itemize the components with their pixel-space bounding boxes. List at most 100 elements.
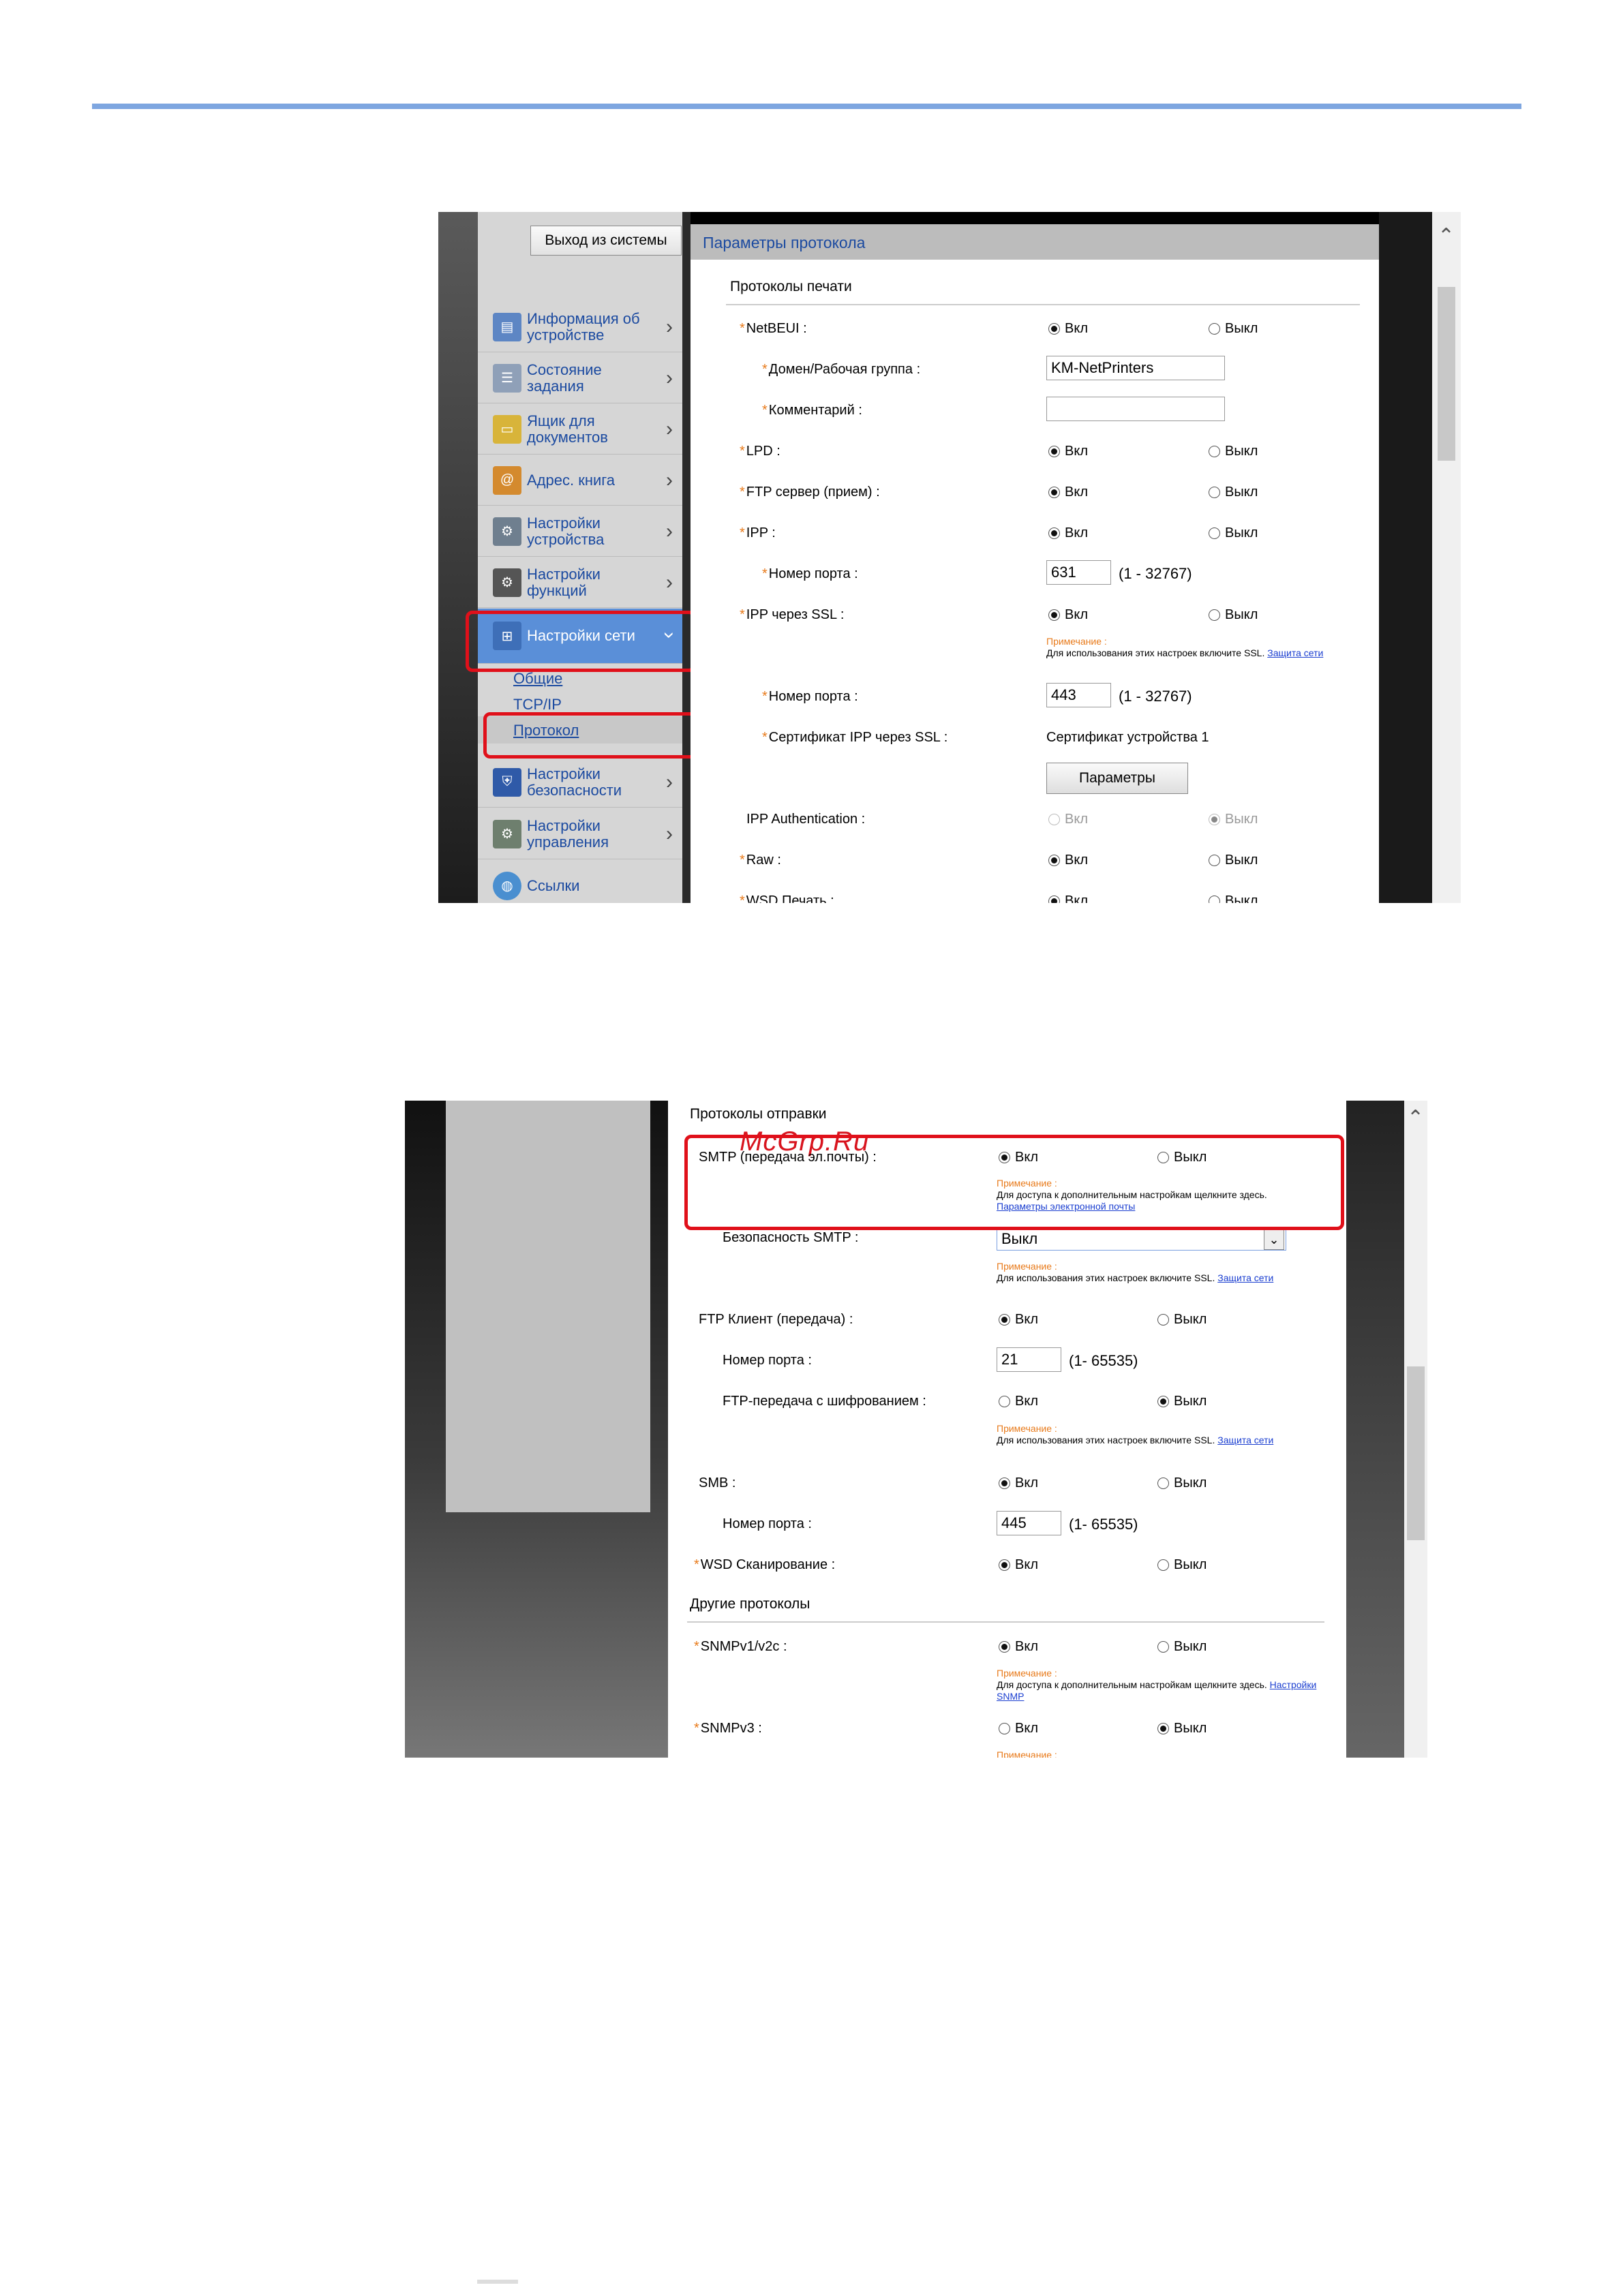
menu-function-settings[interactable]: ⚙ Настройки функций › [478, 557, 682, 608]
menu-device-settings[interactable]: ⚙ Настройки устройства › [478, 506, 682, 557]
menu-security-settings[interactable]: ⛨ Настройки безопасности › [478, 757, 682, 808]
ipp-ssl-off-radio[interactable]: Выкл [1209, 607, 1258, 623]
ftp-port-range: (1- 65535) [1069, 1352, 1138, 1369]
ipp-ssl-on-radio[interactable]: Вкл [1048, 607, 1088, 623]
snmpv1-on-radio[interactable]: Вкл [999, 1639, 1038, 1655]
domain-label: * Домен/Рабочая группа : [762, 362, 921, 377]
smtp-security-label: Безопасность SMTP : [723, 1230, 859, 1245]
section-send-protocols: Протоколы отправки [690, 1106, 827, 1122]
ipp-label: * IPP : [740, 525, 776, 540]
ftp-enc-off-radio[interactable]: Выкл [1157, 1394, 1207, 1409]
scroll-up-icon[interactable]: ⌃ [1438, 224, 1455, 248]
globe-icon: ◍ [493, 871, 521, 900]
snmpv3-label: * SNMPv3 : [694, 1721, 762, 1736]
smb-port-input[interactable]: 445 [997, 1511, 1061, 1535]
ftp-server-on-radio[interactable]: Вкл [1048, 485, 1088, 500]
raw-off-radio[interactable]: Выкл [1209, 853, 1258, 868]
netbeui-label: * NetBEUI : [740, 321, 807, 336]
snmpv3-off-radio[interactable]: Выкл [1157, 1721, 1207, 1736]
ipp-auth-off-radio[interactable]: Выкл [1209, 812, 1258, 827]
netbeui-on-radio[interactable]: Вкл [1048, 321, 1088, 337]
ftp-server-off-radio[interactable]: Выкл [1209, 485, 1258, 500]
device-info-icon: ▤ [493, 312, 521, 341]
smb-off-radio[interactable]: Выкл [1157, 1475, 1207, 1491]
left-frame [438, 212, 478, 903]
domain-input[interactable]: KM-NetPrinters [1046, 356, 1225, 380]
ipp-port-input[interactable]: 631 [1046, 560, 1111, 585]
wsd-scan-on-radio[interactable]: Вкл [999, 1557, 1038, 1573]
wsd-print-off-radio[interactable]: Выкл [1209, 893, 1258, 903]
smtp-security-select[interactable]: Выкл ⌄ [997, 1227, 1286, 1251]
screenshot-protocol-print: ⌃ Выход из системы ▤ Информация об устро… [438, 212, 1461, 903]
smb-on-radio[interactable]: Вкл [999, 1475, 1038, 1491]
section-other-protocols: Другие протоколы [690, 1596, 810, 1612]
panel-title: Параметры протокола [703, 234, 866, 251]
scrollbar[interactable]: ⌃ [1404, 1101, 1427, 1758]
lpd-off-radio[interactable]: Выкл [1209, 444, 1258, 459]
scrollbar[interactable]: ⌃ [1432, 212, 1461, 903]
wsd-scan-off-radio[interactable]: Выкл [1157, 1557, 1207, 1573]
address-book-icon: @ [493, 465, 521, 495]
ipp-on-radio[interactable]: Вкл [1048, 525, 1088, 541]
job-status-icon: ☰ [493, 363, 521, 393]
ipp-auth-on-radio[interactable]: Вкл [1048, 812, 1088, 827]
netbeui-off-radio[interactable]: Выкл [1209, 321, 1258, 337]
menu-management-settings[interactable]: ⚙ Настройки управления › [478, 809, 682, 859]
params-button[interactable]: Параметры [1046, 763, 1188, 794]
ftp-client-label: FTP Клиент (передача) : [699, 1312, 853, 1327]
snmpv1-off-radio[interactable]: Выкл [1157, 1639, 1207, 1655]
ftp-server-label: * FTP сервер (прием) : [740, 485, 880, 500]
snmpv1-note: Примечание : Для доступа к дополнительны… [997, 1668, 1317, 1702]
chevron-right-icon: › [666, 771, 673, 793]
screenshot-protocol-send: ⌃ Протоколы отправки McGrp.Ru SMTP (пере… [405, 1101, 1427, 1758]
document-box-icon: ▭ [493, 414, 521, 444]
device-settings-icon: ⚙ [493, 517, 521, 546]
wsd-print-on-radio[interactable]: Вкл [1048, 893, 1088, 903]
ssl-port-input[interactable]: 443 [1046, 683, 1111, 707]
ftp-port-input[interactable]: 21 [997, 1347, 1061, 1372]
smb-label: SMB : [699, 1475, 736, 1490]
scroll-thumb[interactable] [1438, 287, 1455, 461]
highlight-network-settings [466, 611, 696, 672]
scroll-thumb[interactable] [1407, 1366, 1425, 1540]
network-security-link[interactable]: Защита сети [1217, 1435, 1273, 1445]
snmpv3-on-radio[interactable]: Вкл [999, 1721, 1038, 1736]
chevron-right-icon: › [666, 469, 673, 491]
ftp-client-off-radio[interactable]: Выкл [1157, 1312, 1207, 1328]
menu-job-status[interactable]: ☰ Состояние задания › [478, 353, 682, 403]
scroll-up-icon[interactable]: ⌃ [1407, 1106, 1424, 1130]
wsd-print-label: * WSD Печать : [740, 893, 834, 903]
security-settings-icon: ⛨ [493, 767, 521, 797]
chevron-right-icon: › [666, 418, 673, 440]
comment-label: * Комментарий : [762, 403, 862, 418]
chevron-right-icon: › [666, 823, 673, 845]
raw-on-radio[interactable]: Вкл [1048, 853, 1088, 868]
logout-button[interactable]: Выход из системы [530, 226, 682, 256]
ftp-enc-on-radio[interactable]: Вкл [999, 1394, 1038, 1409]
right-frame [1346, 1101, 1404, 1758]
highlight-protocol [483, 712, 697, 759]
ipp-port-range: (1 - 32767) [1119, 565, 1192, 582]
menu-address-book[interactable]: @ Адрес. книга › [478, 455, 682, 506]
chevron-right-icon: › [666, 520, 673, 542]
submenu-tcpip[interactable]: TCP/IP [513, 696, 562, 714]
menu-links[interactable]: ◍ Ссылки [478, 861, 682, 903]
ftp-enc-note: Примечание : Для использования этих наст… [997, 1423, 1274, 1445]
function-settings-icon: ⚙ [493, 568, 521, 597]
right-frame [1379, 212, 1432, 903]
comment-input[interactable] [1046, 397, 1225, 421]
ftp-client-on-radio[interactable]: Вкл [999, 1312, 1038, 1328]
protocol-panel: Параметры протокола Протоколы печати * Ne… [691, 224, 1379, 903]
cert-value: Сертификат устройства 1 [1046, 730, 1209, 745]
menu-document-box[interactable]: ▭ Ящик для документов › [478, 404, 682, 455]
menu-device-info[interactable]: ▤ Информация об устройстве › [478, 302, 682, 352]
raw-label: * Raw : [740, 853, 781, 868]
submenu-general[interactable]: Общие [513, 670, 562, 688]
network-security-link[interactable]: Защита сети [1267, 647, 1323, 658]
cert-label: * Сертификат IPP через SSL : [762, 730, 948, 745]
ipp-off-radio[interactable]: Выкл [1209, 525, 1258, 541]
lpd-on-radio[interactable]: Вкл [1048, 444, 1088, 459]
smtp-security-note: Примечание : Для использования этих наст… [997, 1261, 1274, 1283]
network-security-link[interactable]: Защита сети [1217, 1272, 1273, 1283]
smb-port-label: Номер порта : [723, 1516, 812, 1531]
